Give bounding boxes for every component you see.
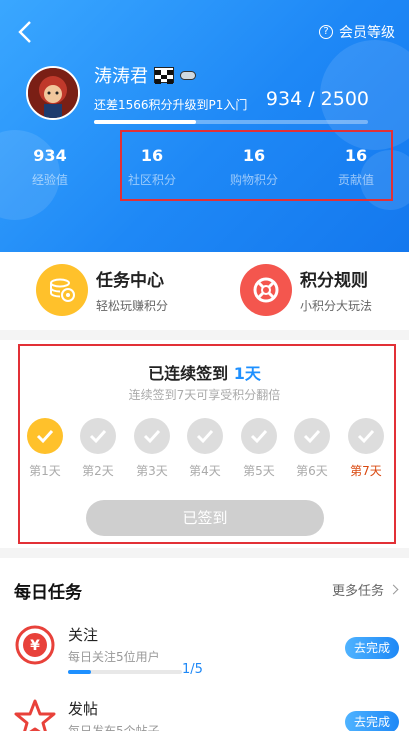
task-name: 关注 — [68, 626, 99, 644]
task-progress-text: 1/5 — [182, 662, 203, 677]
checkin-day-label: 第1天 — [29, 464, 61, 478]
checkmark-icon — [241, 418, 277, 454]
task-progress-fill — [68, 670, 91, 674]
checkin-days-count: 1天 — [233, 364, 261, 383]
task-row-follow: ¥ 关注 每日关注5位用户 1/5 去完成 — [14, 624, 399, 678]
signed-button[interactable]: 已签到 — [86, 500, 324, 536]
quick-entry-bar: 任务中心 轻松玩赚积分 积分规则 小积分大玩法 — [0, 252, 409, 330]
checkin-day-label: 第3天 — [136, 464, 168, 478]
upgrade-hint: 还差1566积分升级到P1入门 — [94, 98, 248, 112]
checkin-panel: 已连续签到 1天 连续签到7天可享受积分翻倍 第1天 第2天 第3天 第4天 第5天 第6… — [0, 340, 409, 548]
checkin-day-label: 第4天 — [189, 464, 221, 478]
daily-tasks-title: 每日任务 — [14, 583, 82, 603]
checkmark-icon — [27, 418, 63, 454]
go-complete-button[interactable]: 去完成 — [345, 637, 399, 659]
stat-label: 经验值 — [31, 173, 68, 187]
task-desc: 每日关注5位用户 — [68, 650, 160, 664]
soccer-flag-icon — [154, 67, 174, 84]
question-icon: ? — [319, 25, 333, 39]
checkin-subtitle: 连续签到7天可享受积分翻倍 — [128, 388, 281, 402]
stat-value: 934 — [33, 146, 67, 165]
checkin-day-label: 第5天 — [243, 464, 275, 478]
points-rules-entry[interactable]: 积分规则 小积分大玩法 — [240, 264, 372, 316]
username-text: 涛涛君 — [94, 66, 148, 87]
more-tasks-label: 更多任务 — [331, 584, 384, 599]
checkin-day-5: 第5天 — [239, 418, 279, 479]
daily-tasks-section: 每日任务 更多任务 ¥ 关注 每日关注5位用户 1/5 去完成 发帖 每日发布5… — [0, 558, 409, 731]
points-rules-sub: 小积分大玩法 — [300, 299, 373, 313]
avatar[interactable] — [26, 66, 80, 120]
checkin-day-4: 第4天 — [185, 418, 225, 479]
back-icon[interactable] — [14, 18, 38, 46]
coins-icon — [36, 264, 88, 316]
level-badge-icon — [180, 70, 196, 80]
lifebuoy-icon — [240, 264, 292, 316]
go-complete-button[interactable]: 去完成 — [345, 711, 399, 731]
highlight-box — [120, 130, 393, 201]
checkmark-icon — [294, 418, 330, 454]
star-icon — [14, 698, 56, 731]
checkmark-icon — [134, 418, 170, 454]
svg-text:¥: ¥ — [30, 638, 40, 654]
more-tasks-link[interactable]: 更多任务 — [331, 580, 399, 599]
username: 涛涛君 — [94, 62, 196, 88]
points-progress-text: 934 / 2500 — [265, 88, 369, 110]
stat-experience[interactable]: 934 经验值 — [10, 146, 90, 188]
task-desc: 每日发布5个帖子 — [68, 724, 160, 731]
task-name: 发帖 — [68, 700, 99, 718]
checkmark-icon — [187, 418, 223, 454]
profile-header: ? 会员等级 涛涛君 还差1566积分升级到P1入门 934 / 2500 93… — [0, 0, 409, 252]
task-center-entry[interactable]: 任务中心 轻松玩赚积分 — [36, 264, 168, 316]
task-progress-bar — [68, 670, 182, 674]
checkin-day-7: 第7天 — [346, 418, 386, 479]
checkin-day-1: 第1天 — [25, 418, 65, 479]
checkmark-icon — [348, 418, 384, 454]
task-center-title: 任务中心 — [96, 271, 164, 291]
checkmark-icon — [80, 418, 116, 454]
yen-coin-icon: ¥ — [14, 624, 56, 666]
checkin-day-label: 第6天 — [296, 464, 328, 478]
task-center-sub: 轻松玩赚积分 — [96, 299, 169, 313]
points-rules-title: 积分规则 — [300, 271, 368, 291]
checkin-day-3: 第3天 — [132, 418, 172, 479]
chevron-right-icon — [388, 584, 399, 595]
member-level-label: 会员等级 — [339, 25, 395, 41]
checkin-day-label: 第2天 — [82, 464, 114, 478]
points-progress-bar — [94, 120, 368, 124]
checkin-day-2: 第2天 — [78, 418, 118, 479]
checkin-day-6: 第6天 — [292, 418, 332, 479]
checkin-title-prefix: 已连续签到 — [148, 364, 229, 383]
checkin-title: 已连续签到 1天 — [0, 360, 409, 384]
checkin-day-label: 第7天 — [350, 464, 382, 478]
task-row-post: 发帖 每日发布5个帖子 去完成 — [14, 698, 399, 731]
member-level-link[interactable]: ? 会员等级 — [319, 22, 395, 42]
points-progress-fill — [94, 120, 197, 124]
